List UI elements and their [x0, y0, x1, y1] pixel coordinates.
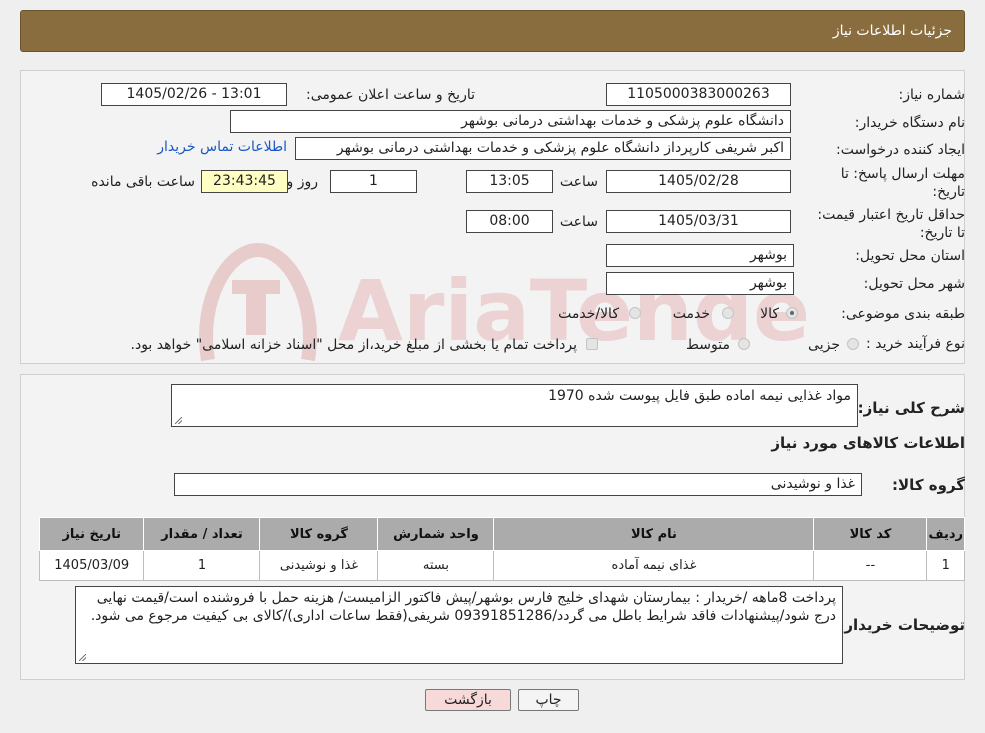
- buyer-org-field: دانشگاه علوم پزشکی و خدمات بهداشتی درمان…: [230, 110, 791, 133]
- buyer-notes-label: توضیحات خریدار:: [838, 616, 965, 634]
- deadline-date-field: 1405/02/28: [606, 170, 791, 193]
- price-validity-time-field: 08:00: [466, 210, 553, 233]
- announce-field: 1405/02/26 - 13:01: [101, 83, 287, 106]
- price-validity-label: حداقل تاریخ اعتبار قیمت: تا تاریخ:: [817, 207, 965, 241]
- table-header-row: ردیف کد کالا نام کالا واحد شمارش گروه کا…: [38, 517, 965, 551]
- purchase-type-label: نوع فرآیند خرید :: [866, 336, 965, 352]
- category-radio-goods[interactable]: [786, 307, 798, 319]
- col-row: ردیف: [926, 517, 965, 551]
- creator-field: اکبر شریفی کارپرداز دانشگاه علوم پزشکی و…: [295, 137, 791, 160]
- remaining-label: ساعت باقی مانده: [91, 174, 195, 190]
- back-button[interactable]: بازگشت: [425, 689, 511, 711]
- creator-label: ایجاد کننده درخواست:: [836, 142, 965, 158]
- col-code: کد کالا: [813, 517, 928, 551]
- cell-name: غذای نیمه آماده: [493, 550, 815, 581]
- purchase-checkbox-treasury[interactable]: [586, 338, 598, 350]
- province-label: استان محل تحویل:: [855, 248, 965, 264]
- col-name: نام کالا: [493, 517, 815, 551]
- deadline-label: مهلت ارسال پاسخ: تا تاریخ:: [840, 166, 965, 200]
- resize-grip-icon[interactable]: [175, 417, 182, 424]
- category-radio-goods-service[interactable]: [629, 307, 641, 319]
- buyer-notes-text: پرداخت 8ماهه /خریدار : بیمارستان شهدای خ…: [90, 590, 836, 624]
- col-qty: تعداد / مقدار: [143, 517, 261, 551]
- cell-code: --: [813, 550, 928, 581]
- page-title: جزئیات اطلاعات نیاز: [832, 23, 952, 39]
- goods-info-title: اطلاعات کالاهای مورد نیاز: [771, 434, 965, 452]
- remaining-time-field: 23:43:45: [201, 170, 288, 193]
- buyer-notes-textarea[interactable]: پرداخت 8ماهه /خریدار : بیمارستان شهدای خ…: [75, 586, 843, 664]
- category-label: طبقه بندی موضوعی:: [841, 306, 965, 322]
- announce-label: تاریخ و ساعت اعلان عمومی:: [306, 87, 475, 103]
- goods-table: ردیف کد کالا نام کالا واحد شمارش گروه کا…: [38, 517, 965, 581]
- days-label: روز و: [286, 174, 319, 190]
- category-option-goods-service: کالا/خدمت: [558, 306, 619, 322]
- buyer-org-label: نام دستگاه خریدار:: [854, 115, 965, 131]
- category-option-goods: کالا: [760, 306, 779, 322]
- province-field: بوشهر: [606, 244, 794, 267]
- days-field: 1: [330, 170, 417, 193]
- category-option-service: خدمت: [672, 306, 710, 322]
- goods-group-label: گروه کالا:: [892, 476, 965, 494]
- cell-row: 1: [926, 550, 965, 581]
- description-text: مواد غذایی نیمه اماده طبق فایل پیوست شده…: [548, 388, 851, 404]
- goods-group-field: غذا و نوشیدنی: [174, 473, 862, 496]
- print-button[interactable]: چاپ: [518, 689, 579, 711]
- cell-unit: بسته: [377, 550, 495, 581]
- cell-date: 1405/03/09: [38, 550, 145, 581]
- purchase-treasury-note: پرداخت تمام یا بخشی از مبلغ خرید،از محل …: [130, 337, 577, 353]
- col-unit: واحد شمارش: [377, 517, 495, 551]
- city-field: بوشهر: [606, 272, 794, 295]
- need-number-label: شماره نیاز:: [898, 87, 966, 103]
- buyer-contact-link[interactable]: اطلاعات تماس خریدار: [157, 139, 287, 155]
- cell-qty: 1: [143, 550, 261, 581]
- col-group: گروه کالا: [259, 517, 379, 551]
- deadline-time-field: 13:05: [466, 170, 553, 193]
- purchase-radio-medium[interactable]: [738, 338, 750, 350]
- cell-group: غذا و نوشیدنی: [259, 550, 379, 581]
- deadline-time-label: ساعت: [559, 174, 598, 190]
- city-label: شهر محل تحویل:: [863, 276, 965, 292]
- resize-grip-icon[interactable]: [79, 654, 86, 661]
- category-radio-service[interactable]: [722, 307, 734, 319]
- price-validity-time-label: ساعت: [559, 214, 598, 230]
- purchase-option-medium: متوسط: [686, 337, 730, 353]
- purchase-radio-minor[interactable]: [847, 338, 859, 350]
- description-textarea[interactable]: مواد غذایی نیمه اماده طبق فایل پیوست شده…: [171, 384, 858, 427]
- description-label: شرح کلی نیاز:: [857, 399, 965, 417]
- page-header: جزئیات اطلاعات نیاز: [20, 10, 965, 52]
- table-row: 1 -- غذای نیمه آماده بسته غذا و نوشیدنی …: [38, 550, 965, 581]
- col-date: تاریخ نیاز: [38, 517, 145, 551]
- price-validity-date-field: 1405/03/31: [606, 210, 791, 233]
- purchase-option-minor: جزیی: [808, 337, 840, 353]
- need-number-field: 1105000383000263: [606, 83, 791, 106]
